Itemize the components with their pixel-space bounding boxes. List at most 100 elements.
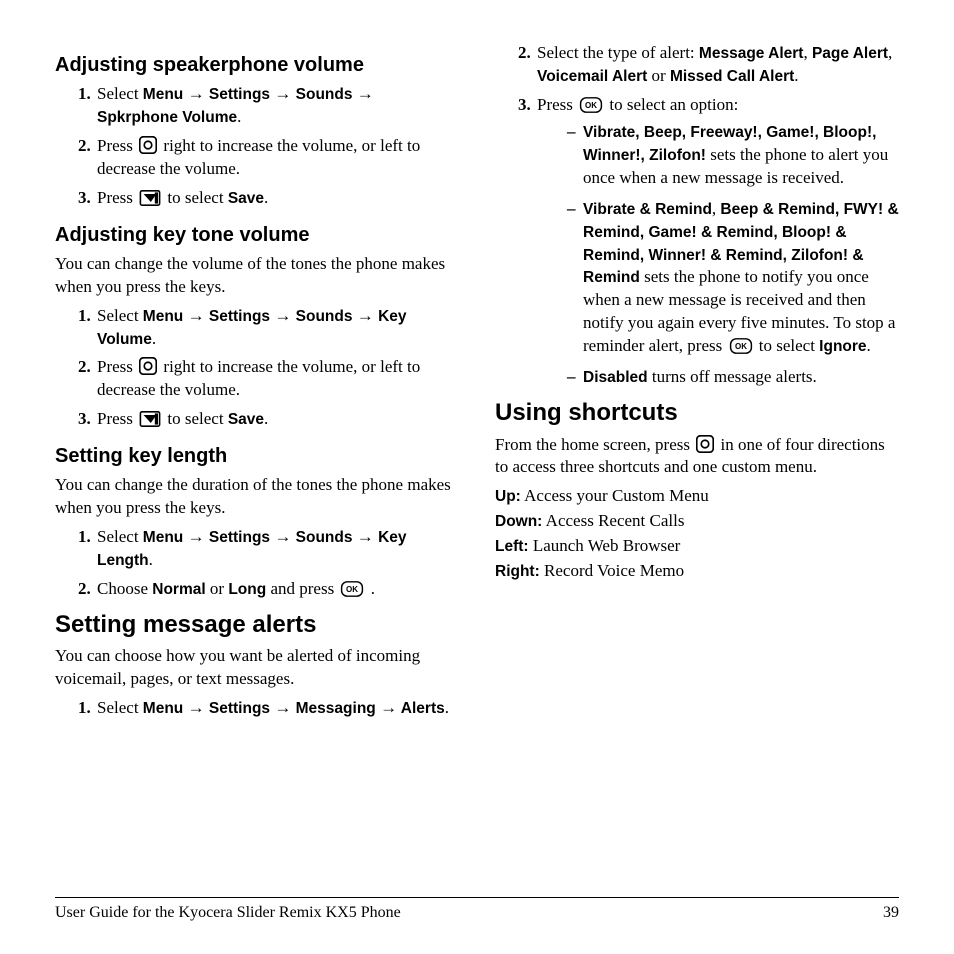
alert-options-list: Vibrate, Beep, Freeway!, Game!, Bloop!, … xyxy=(537,121,899,389)
softkey-icon xyxy=(139,411,161,427)
softkey-icon xyxy=(139,190,161,206)
label: Save xyxy=(228,411,264,428)
menu-path: Settings xyxy=(205,86,275,103)
heading-keytone: Adjusting key tone volume xyxy=(55,222,459,249)
label: Save xyxy=(228,190,264,207)
ok-key-icon xyxy=(729,338,753,354)
shortcut-left: Left: Launch Web Browser xyxy=(495,535,899,558)
list-item: Choose Normal or Long and press . xyxy=(95,578,459,601)
list-item: Vibrate & Remind, Beep & Remind, FWY! & … xyxy=(567,198,899,359)
arrow-icon: → xyxy=(274,306,291,325)
text: to select xyxy=(163,188,228,207)
list-item: Select Menu → Settings → Messaging → Ale… xyxy=(95,697,459,720)
menu-path: Settings xyxy=(205,308,275,325)
text: . xyxy=(366,579,375,598)
arrow-icon: → xyxy=(357,306,374,325)
label: Disabled xyxy=(583,369,648,386)
text: to select an option: xyxy=(605,95,738,114)
list-item: Select the type of alert: Message Alert,… xyxy=(535,42,899,88)
direction-label: Down: xyxy=(495,513,542,530)
nav-key-icon xyxy=(139,357,157,375)
menu-path: Sounds xyxy=(291,308,356,325)
list-item: Press to select Save. xyxy=(95,408,459,431)
list-item: Select Menu → Settings → Sounds → Key Vo… xyxy=(95,305,459,351)
text: . xyxy=(794,66,798,85)
label: Message Alert xyxy=(699,45,804,62)
text: Press xyxy=(97,409,137,428)
menu-path: Settings xyxy=(205,700,275,717)
ok-key-icon xyxy=(340,581,364,597)
label: Missed Call Alert xyxy=(670,68,794,85)
text: Press xyxy=(97,136,137,155)
menu-path: Menu xyxy=(143,700,188,717)
nav-key-icon xyxy=(139,136,157,154)
text: Choose xyxy=(97,579,152,598)
menu-path: Messaging xyxy=(291,700,380,717)
text: and press xyxy=(266,579,338,598)
text: Select xyxy=(97,306,143,325)
list-item: Press right to increase the volume, or l… xyxy=(95,135,459,181)
shortcuts-intro: From the home screen, press in one of fo… xyxy=(495,434,899,480)
shortcut-right: Right: Record Voice Memo xyxy=(495,560,899,583)
message-alerts-intro: You can choose how you want be alerted o… xyxy=(55,645,459,691)
text: Select xyxy=(97,698,143,717)
text: , xyxy=(803,43,812,62)
text: Press xyxy=(537,95,577,114)
text: . xyxy=(445,698,449,717)
text: Select the type of alert: xyxy=(537,43,699,62)
message-alerts-steps-cont: Select the type of alert: Message Alert,… xyxy=(495,42,899,389)
text: Press xyxy=(97,188,137,207)
menu-path: Sounds xyxy=(291,529,356,546)
ok-key-icon xyxy=(579,97,603,113)
arrow-icon: → xyxy=(357,527,374,546)
text: , xyxy=(888,43,892,62)
label: Voicemail Alert xyxy=(537,68,647,85)
text: . xyxy=(264,188,268,207)
heading-speakerphone: Adjusting speakerphone volume xyxy=(55,52,459,79)
menu-path: Spkrphone Volume xyxy=(97,109,237,126)
menu-path: Menu xyxy=(143,529,188,546)
menu-path: Alerts xyxy=(397,700,445,717)
arrow-icon: → xyxy=(274,527,291,546)
text: . xyxy=(264,409,268,428)
text: . xyxy=(237,107,241,126)
text: to select xyxy=(163,409,228,428)
page-number: 39 xyxy=(883,902,899,924)
arrow-icon: → xyxy=(274,698,291,717)
keytone-steps: Select Menu → Settings → Sounds → Key Vo… xyxy=(55,305,459,432)
arrow-icon: → xyxy=(380,698,397,717)
right-column: Select the type of alert: Message Alert,… xyxy=(495,40,899,728)
heading-message-alerts: Setting message alerts xyxy=(55,609,459,641)
label: Vibrate & Remind xyxy=(583,201,712,218)
heading-shortcuts: Using shortcuts xyxy=(495,397,899,429)
keylength-steps: Select Menu → Settings → Sounds → Key Le… xyxy=(55,526,459,601)
page-footer: User Guide for the Kyocera Slider Remix … xyxy=(55,897,899,924)
text: Launch Web Browser xyxy=(529,536,681,555)
left-column: Adjusting speakerphone volume Select Men… xyxy=(55,40,459,728)
text: turns off message alerts. xyxy=(648,367,817,386)
shortcut-down: Down: Access Recent Calls xyxy=(495,510,899,533)
page-columns: Adjusting speakerphone volume Select Men… xyxy=(55,40,899,728)
menu-path: Settings xyxy=(205,529,275,546)
text: Press xyxy=(97,357,137,376)
arrow-icon: → xyxy=(188,698,205,717)
label: Long xyxy=(228,581,266,598)
direction-label: Up: xyxy=(495,488,521,505)
list-item: Vibrate, Beep, Freeway!, Game!, Bloop!, … xyxy=(567,121,899,190)
direction-label: Right: xyxy=(495,563,540,580)
keylength-intro: You can change the duration of the tones… xyxy=(55,474,459,520)
heading-keylength: Setting key length xyxy=(55,443,459,470)
arrow-icon: → xyxy=(188,306,205,325)
text: to select xyxy=(755,336,820,355)
shortcut-up: Up: Access your Custom Menu xyxy=(495,485,899,508)
text: . xyxy=(867,336,871,355)
label: Ignore xyxy=(819,338,866,355)
text: or xyxy=(647,66,670,85)
keytone-intro: You can change the volume of the tones t… xyxy=(55,253,459,299)
text: . xyxy=(149,550,153,569)
label: Normal xyxy=(152,581,205,598)
list-item: Press to select an option: Vibrate, Beep… xyxy=(535,94,899,389)
menu-path: Menu xyxy=(143,308,188,325)
list-item: Select Menu → Settings → Sounds → Key Le… xyxy=(95,526,459,572)
text: Access Recent Calls xyxy=(542,511,684,530)
